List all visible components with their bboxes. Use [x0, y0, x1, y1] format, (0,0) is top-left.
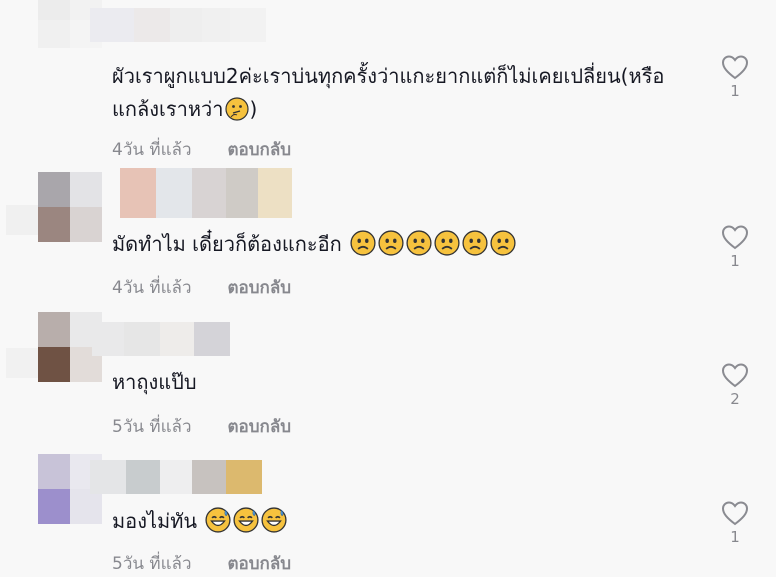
- heart-icon: [721, 225, 749, 250]
- comment-text: มองไม่ทัน: [112, 505, 672, 543]
- reply-button[interactable]: ตอบกลับ: [228, 274, 292, 301]
- sweat-smile-face-icon: [261, 507, 287, 543]
- comment-meta: 4วัน ที่แล้ว ตอบกลับ: [112, 136, 291, 163]
- reply-button[interactable]: ตอบกลับ: [228, 136, 292, 163]
- username-blurred[interactable]: [90, 8, 266, 42]
- sad-face-icon: [406, 230, 432, 266]
- like-button[interactable]: 2: [718, 362, 752, 408]
- username-blurred[interactable]: [120, 168, 292, 218]
- avatar[interactable]: [38, 172, 102, 242]
- sweat-smile-face-icon: [205, 507, 231, 543]
- comment-time: 4วัน ที่แล้ว: [112, 140, 192, 160]
- avatar-blur-edge: [6, 205, 38, 235]
- sad-face-icon: [434, 230, 460, 266]
- heart-icon: [721, 363, 749, 388]
- comment-meta: 5วัน ที่แล้ว ตอบกลับ: [112, 413, 291, 440]
- thinking-face-icon: [225, 97, 250, 131]
- comment-text: หาถุงแป๊บ: [112, 370, 197, 394]
- username-blurred[interactable]: [90, 460, 262, 494]
- like-count: 1: [730, 528, 740, 546]
- username-blurred[interactable]: [92, 322, 230, 356]
- comment-text: มัดทำไม เดี๋ยวก็ต้องแกะอีก: [112, 228, 672, 266]
- like-button[interactable]: 1: [718, 224, 752, 270]
- comment-time: 5วัน ที่แล้ว: [112, 417, 192, 437]
- heart-icon: [721, 501, 749, 526]
- like-count: 1: [730, 82, 740, 100]
- sad-face-icon: [350, 230, 376, 266]
- reply-button[interactable]: ตอบกลับ: [228, 413, 292, 440]
- like-button[interactable]: 1: [718, 54, 752, 100]
- like-count: 2: [730, 390, 740, 408]
- comment-meta: 4วัน ที่แล้ว ตอบกลับ: [112, 274, 291, 301]
- sad-face-icon: [462, 230, 488, 266]
- like-count: 1: [730, 252, 740, 270]
- heart-icon: [721, 55, 749, 80]
- comment-time: 4วัน ที่แล้ว: [112, 278, 192, 298]
- like-button[interactable]: 1: [718, 500, 752, 546]
- sad-face-icon: [490, 230, 516, 266]
- sweat-smile-face-icon: [233, 507, 259, 543]
- sad-face-icon: [378, 230, 404, 266]
- avatar-blur-edge: [6, 348, 38, 378]
- comment-text: ผัวเราผูกแบบ2ค่ะเราบ่นทุกครั้งว่าแกะยากแ…: [112, 60, 672, 131]
